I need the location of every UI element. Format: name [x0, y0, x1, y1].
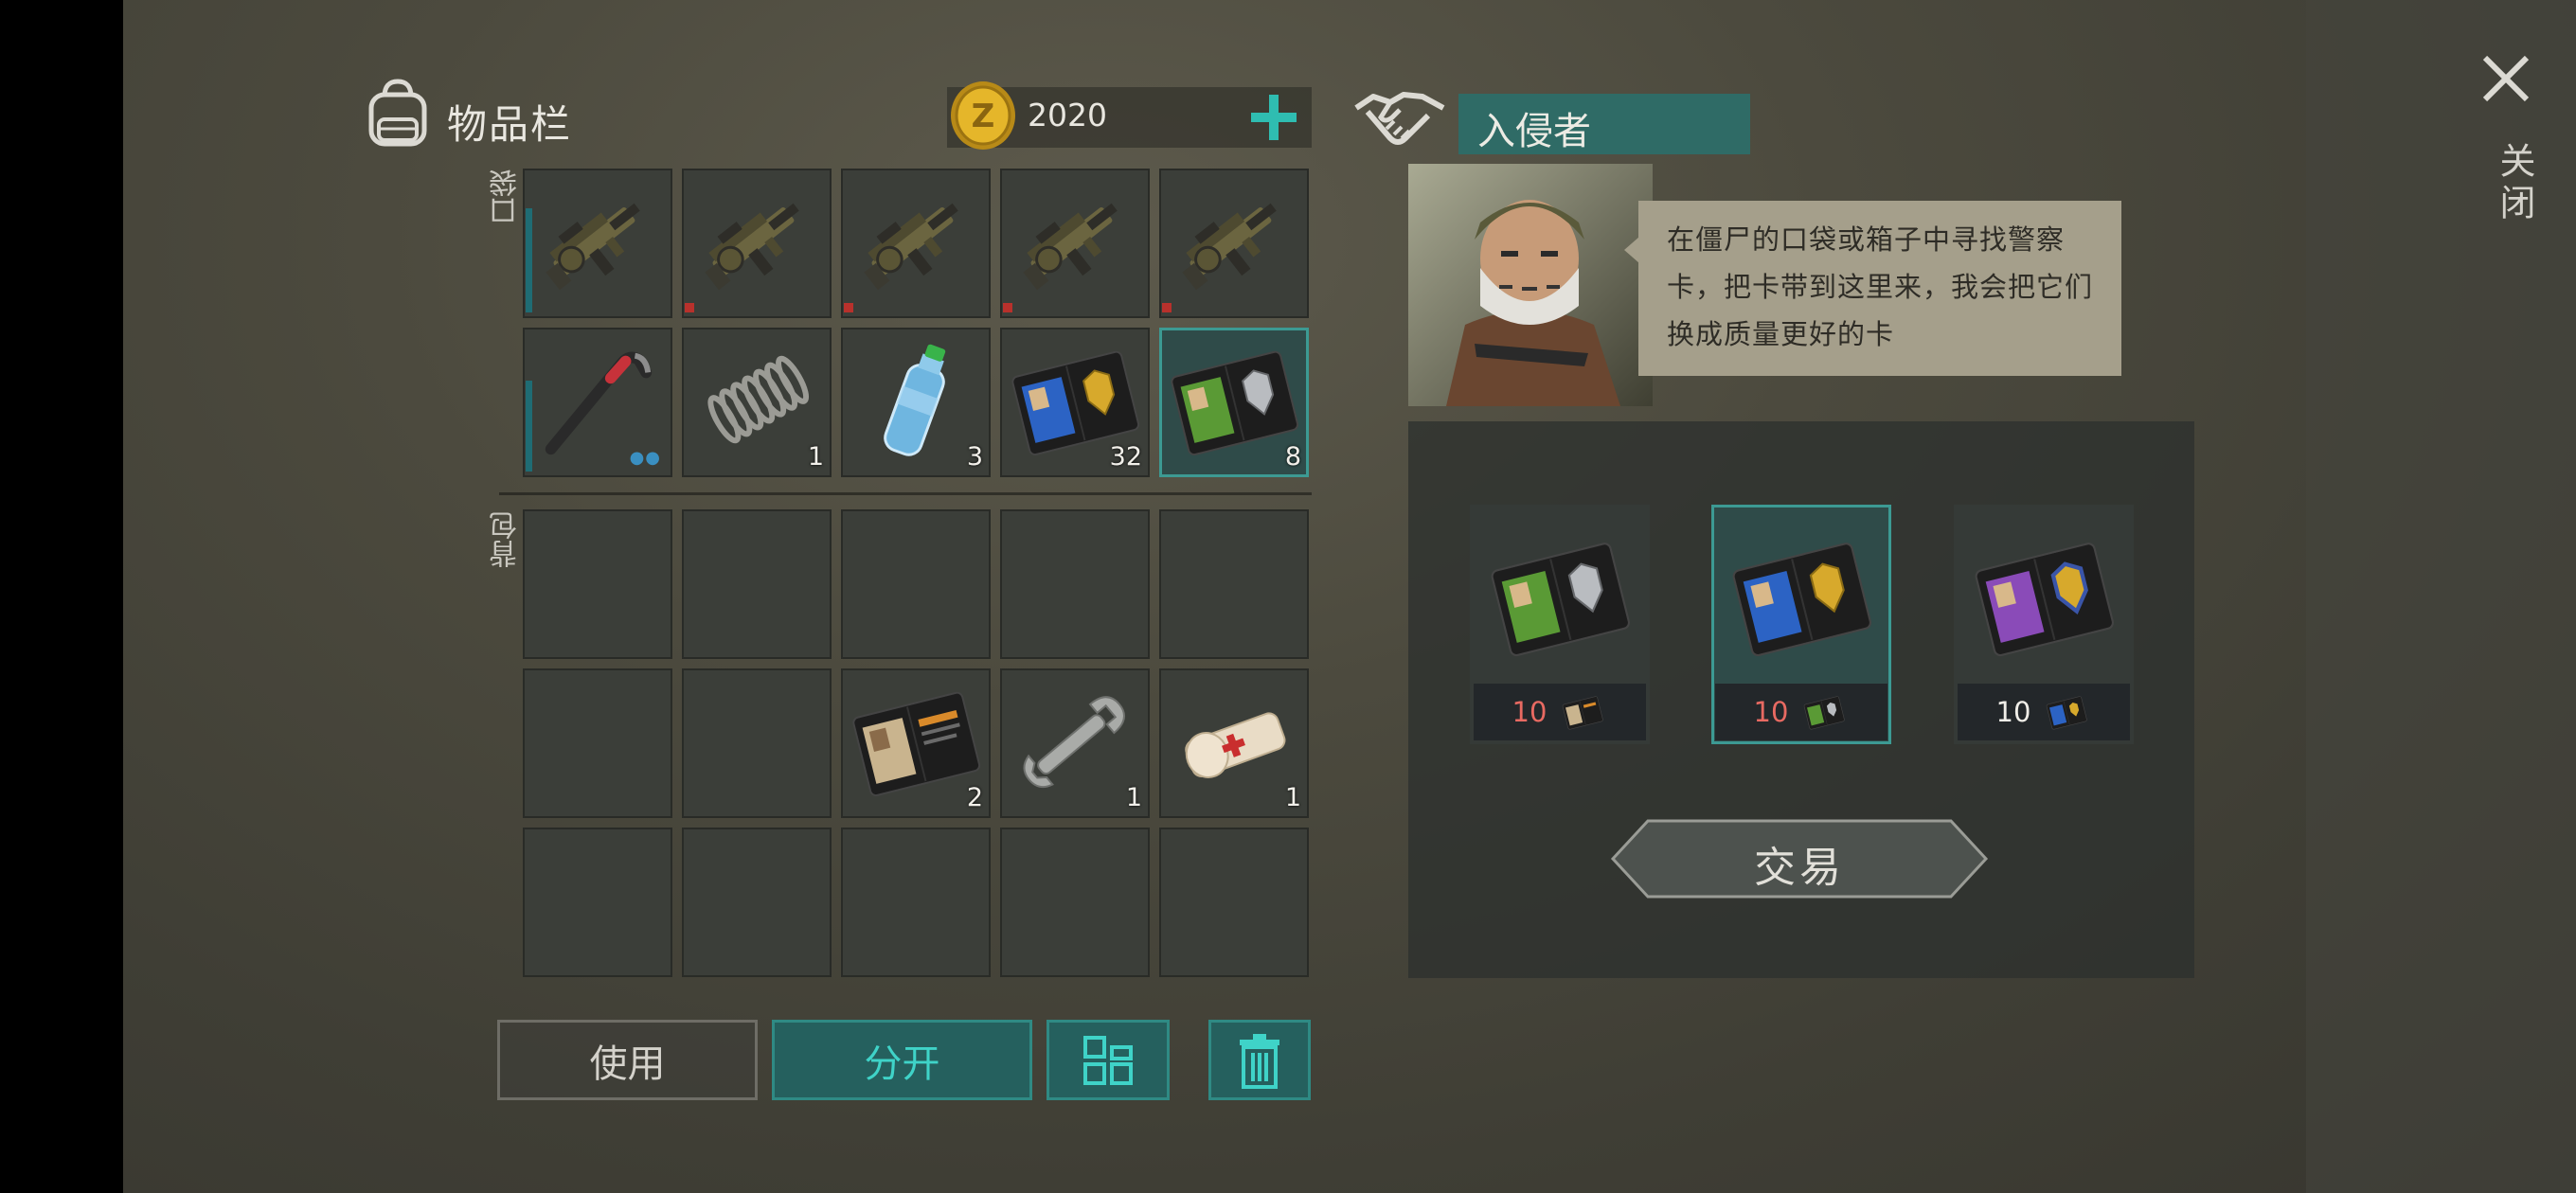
grenade-launcher-icon — [532, 176, 663, 307]
coin-count: 2020 — [1028, 97, 1107, 134]
trash-button[interactable] — [1208, 1020, 1311, 1100]
close-icon[interactable] — [2479, 52, 2532, 105]
speech-tail — [1624, 237, 1639, 263]
backpack-icon — [368, 79, 427, 147]
water-bottle-icon — [884, 344, 946, 456]
offer-price-value: 10 — [1995, 696, 2031, 728]
item-quantity: 3 — [966, 442, 983, 472]
grenade-launcher-icon — [850, 176, 981, 307]
blue-police-card-icon — [2042, 691, 2091, 733]
inventory-slot[interactable] — [682, 668, 832, 818]
item-quantity: 1 — [807, 442, 824, 472]
handshake-icon — [1354, 92, 1445, 145]
offer-price: 10 — [1715, 684, 1887, 740]
grenade-launcher-icon — [691, 176, 822, 307]
trade-button-label: 交易 — [1754, 844, 1845, 892]
item-quantity: 2 — [966, 783, 983, 812]
inventory-slot[interactable] — [1000, 169, 1150, 318]
offer-slot-selected[interactable]: 10 — [1711, 505, 1891, 744]
inventory-slot[interactable] — [682, 169, 832, 318]
item-quantity: 32 — [1109, 442, 1142, 472]
coin-icon: Z — [951, 81, 1015, 150]
backpack-section-label: 背包 — [490, 511, 523, 568]
trash-icon — [1240, 1033, 1279, 1089]
inventory-slot-selected[interactable]: 8 — [1159, 328, 1309, 477]
item-quantity: 1 — [1125, 783, 1142, 812]
inventory-slot[interactable] — [841, 509, 991, 659]
inventory-slot[interactable] — [523, 668, 672, 818]
offer-price: 10 — [1474, 684, 1646, 740]
inventory-slot[interactable] — [1000, 828, 1150, 977]
inventory-slot[interactable]: 1 — [682, 328, 832, 477]
add-coins-button[interactable] — [1245, 89, 1302, 146]
offer-slot[interactable]: 10 — [1954, 505, 2134, 744]
grenade-launcher-icon — [1169, 176, 1299, 307]
close-label[interactable]: 关闭 — [2489, 142, 2541, 225]
green-police-card-icon — [1169, 335, 1299, 466]
inventory-slot[interactable] — [1159, 509, 1309, 659]
trader-portrait — [1408, 164, 1653, 406]
offer-slot[interactable]: 10 — [1470, 505, 1650, 744]
durability-bar — [526, 208, 532, 312]
spring-icon — [707, 355, 810, 444]
item-quantity: 1 — [1284, 783, 1301, 812]
durability-bar — [526, 381, 532, 472]
trader-name: 入侵者 — [1477, 110, 1591, 153]
inventory-slot[interactable] — [1159, 828, 1309, 977]
bandage-icon — [1185, 712, 1286, 778]
section-divider — [499, 492, 1312, 495]
inventory-slot[interactable]: 3 — [841, 328, 991, 477]
inventory-slot[interactable] — [523, 828, 672, 977]
inventory-slot[interactable] — [841, 169, 991, 318]
offer-price-value: 10 — [1512, 696, 1547, 728]
crowbar-icon — [545, 351, 653, 455]
inventory-slot[interactable]: ●● — [523, 328, 672, 477]
inventory-slot[interactable] — [1000, 509, 1150, 659]
green-police-card-icon — [1489, 525, 1631, 668]
wrench-icon — [1023, 696, 1125, 789]
stack-dots: ●● — [629, 448, 661, 468]
offer-price: 10 — [1958, 684, 2130, 740]
inventory-slot[interactable]: 1 — [1000, 668, 1150, 818]
purple-police-card-icon — [1973, 525, 2115, 668]
item-quantity: 8 — [1284, 442, 1301, 472]
split-button[interactable]: 分开 — [772, 1020, 1032, 1100]
pocket-section-label: 口袋 — [490, 169, 523, 225]
use-button[interactable]: 使用 — [497, 1020, 758, 1100]
inventory-slot[interactable]: 1 — [1159, 668, 1309, 818]
game-screen: 物品栏 Z 2020 口袋 背包 ●● 1 3 32 8 2 1 1 使用 分开… — [123, 0, 2576, 1193]
inventory-slot[interactable] — [841, 828, 991, 977]
inventory-slot[interactable] — [682, 828, 832, 977]
grenade-launcher-icon — [1010, 176, 1140, 307]
patrol-officer-card-icon — [850, 676, 981, 807]
inventory-slot[interactable] — [523, 509, 672, 659]
trader-speech-text: 在僵尸的口袋或箱子中寻找警察卡，把卡带到这里来，我会把它们换成质量更好的卡 — [1667, 223, 2094, 350]
inventory-slot[interactable] — [523, 169, 672, 318]
inventory-title: 物品栏 — [447, 101, 573, 148]
inventory-slot[interactable]: 32 — [1000, 328, 1150, 477]
svg-text:Z: Z — [972, 98, 995, 135]
inventory-slot[interactable] — [682, 509, 832, 659]
green-police-card-icon — [1799, 691, 1849, 733]
grid-sort-icon — [1083, 1035, 1133, 1085]
offer-price-value: 10 — [1753, 696, 1789, 728]
blue-police-card-icon — [1730, 525, 1872, 668]
inventory-slot[interactable] — [1159, 169, 1309, 318]
sort-button[interactable] — [1046, 1020, 1170, 1100]
patrol-officer-card-icon — [1558, 691, 1607, 733]
inventory-slot[interactable]: 2 — [841, 668, 991, 818]
